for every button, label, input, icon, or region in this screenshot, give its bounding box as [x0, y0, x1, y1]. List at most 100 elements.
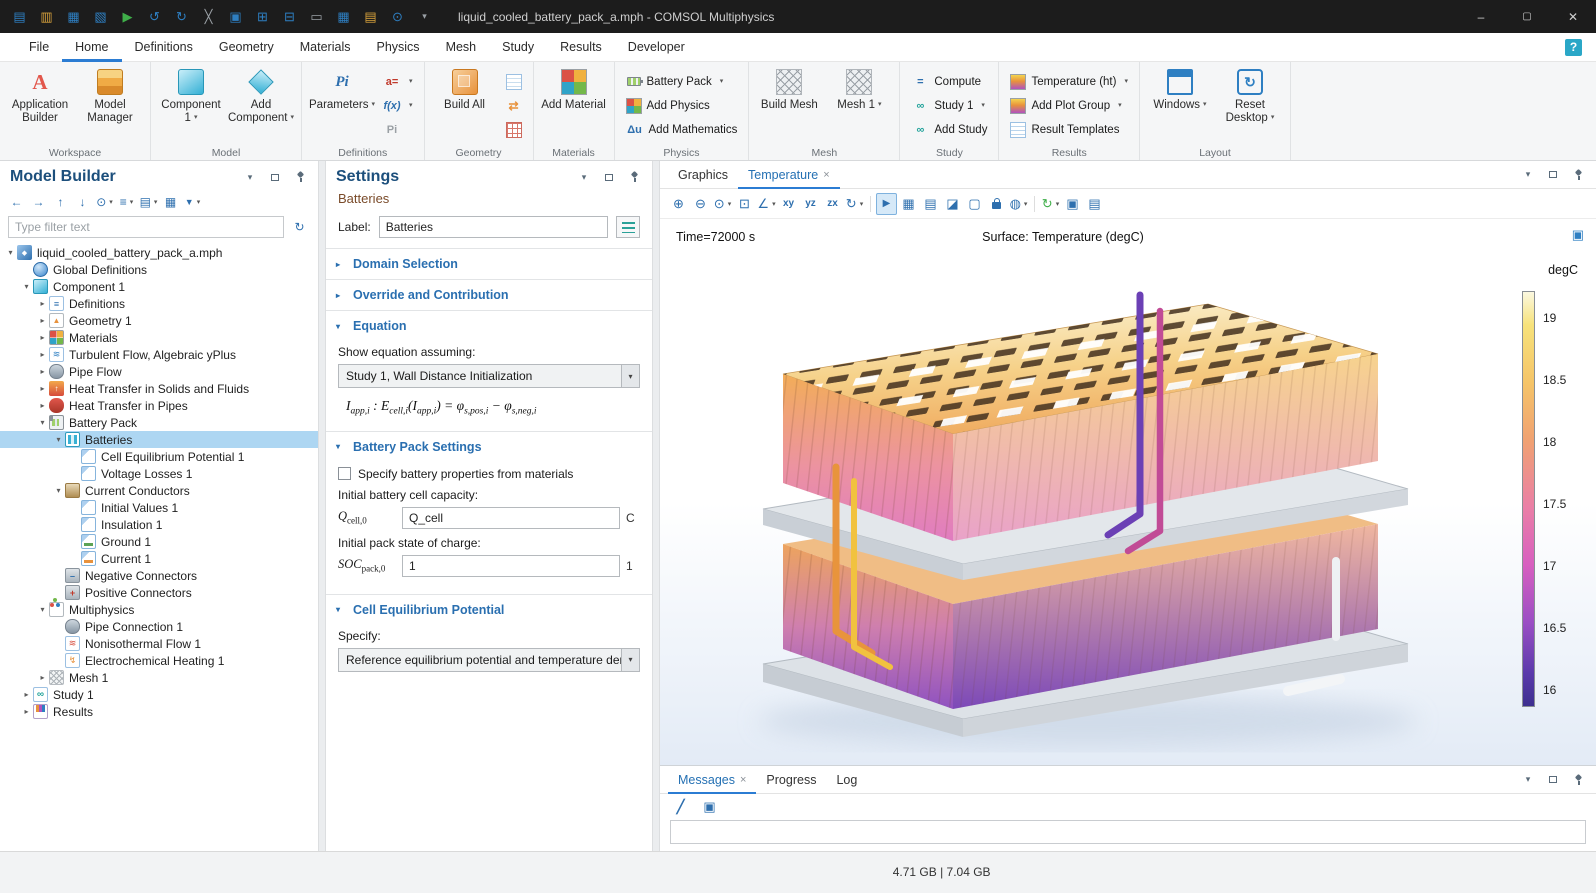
graphics-canvas[interactable]: Time=72000 s Surface: Temperature (degC) — [660, 219, 1596, 765]
update-plot-icon[interactable] — [1042, 196, 1053, 212]
tree-item-heat-transfer-pipes[interactable]: Heat Transfer in Pipes — [0, 397, 318, 414]
add-mathematics-button[interactable]: Δu Add Mathematics — [621, 119, 743, 141]
expander-icon[interactable] — [4, 248, 17, 257]
tree-item-pipe-flow[interactable]: Pipe Flow — [0, 363, 318, 380]
default-view-icon[interactable] — [757, 196, 769, 212]
table-export-icon[interactable] — [920, 193, 941, 215]
reset-desktop-button[interactable]: Reset Desktop — [1216, 66, 1284, 145]
expander-icon[interactable] — [36, 605, 49, 614]
pin-icon[interactable] — [626, 169, 642, 185]
compute-button[interactable]: = Compute — [906, 71, 992, 93]
add-study-button[interactable]: ∞ Add Study — [906, 119, 992, 141]
tree-item-multiphysics[interactable]: Multiphysics — [0, 601, 318, 618]
float-icon[interactable] — [1545, 167, 1561, 183]
chevron-down-icon[interactable]: ▾ — [1520, 772, 1536, 788]
zoom-out-icon[interactable] — [690, 193, 711, 215]
zoom-box-icon[interactable] — [714, 196, 725, 212]
expander-icon[interactable] — [52, 435, 65, 444]
menu-developer[interactable]: Developer — [615, 33, 698, 62]
build-mesh-button[interactable]: Build Mesh — [755, 66, 823, 145]
menu-home[interactable]: Home — [62, 33, 121, 62]
report-icon[interactable] — [357, 4, 384, 29]
menu-definitions[interactable]: Definitions — [122, 33, 206, 62]
float-icon[interactable] — [267, 169, 283, 185]
copy-messages-icon[interactable] — [699, 796, 720, 818]
save-as-icon[interactable] — [87, 4, 114, 29]
run-icon[interactable] — [114, 4, 141, 29]
tree-item-current-conductors[interactable]: Current Conductors — [0, 482, 318, 499]
build-all-button[interactable]: Build All — [431, 66, 499, 145]
expander-icon[interactable] — [36, 367, 49, 376]
tree-item-current[interactable]: Current 1 — [0, 550, 318, 567]
zoom-extents-icon[interactable] — [734, 193, 755, 215]
tree-item-geometry-1[interactable]: Geometry 1 — [0, 312, 318, 329]
tab-messages[interactable]: Messages — [668, 766, 756, 794]
view-zx-icon[interactable]: zx — [822, 193, 843, 215]
tab-graphics[interactable]: Graphics — [668, 161, 738, 189]
splitter[interactable] — [652, 161, 660, 851]
functions-button[interactable]: f(x) — [378, 95, 418, 117]
export-geometry-button[interactable] — [501, 95, 527, 117]
menu-mesh[interactable]: Mesh — [433, 33, 490, 62]
section-domain-selection[interactable]: Domain Selection — [326, 248, 652, 279]
camera-icon[interactable] — [1062, 193, 1083, 215]
chevron-down-icon[interactable]: ▾ — [242, 169, 258, 185]
insert-sequence-button[interactable] — [501, 71, 527, 93]
tree-item-initial-values[interactable]: Initial Values 1 — [0, 499, 318, 516]
tree-item-results[interactable]: Results — [0, 703, 318, 720]
cut-icon[interactable] — [195, 4, 222, 29]
parameters-button[interactable]: Parameters — [308, 66, 376, 145]
tree-options-icon[interactable] — [120, 195, 127, 209]
tab-log[interactable]: Log — [826, 766, 867, 794]
back-icon[interactable] — [6, 192, 27, 212]
add-material-button[interactable]: Add Material — [540, 66, 608, 145]
print-icon[interactable] — [1084, 193, 1105, 215]
study-1-button[interactable]: ∞ Study 1 — [906, 95, 992, 117]
close-tab-icon[interactable] — [823, 169, 829, 181]
model-manager-button[interactable]: Model Manager — [76, 66, 144, 145]
add-physics-button[interactable]: Add Physics — [621, 95, 743, 117]
image-export-icon[interactable] — [898, 193, 919, 215]
columns-icon[interactable] — [160, 192, 181, 212]
tree-item-definitions[interactable]: Definitions — [0, 295, 318, 312]
section-override-contribution[interactable]: Override and Contribution — [326, 279, 652, 310]
tree-item-root[interactable]: liquid_cooled_battery_pack_a.mph — [0, 244, 318, 261]
tree-item-study-1[interactable]: Study 1 — [0, 686, 318, 703]
menu-results[interactable]: Results — [547, 33, 615, 62]
application-builder-button[interactable]: Application Builder — [6, 66, 74, 145]
expander-icon[interactable] — [20, 282, 33, 291]
expander-icon[interactable] — [36, 384, 49, 393]
tree-item-voltage-losses[interactable]: Voltage Losses 1 — [0, 465, 318, 482]
delete-icon[interactable] — [303, 4, 330, 29]
add-component-button[interactable]: Add Component — [227, 66, 295, 145]
splitter[interactable] — [318, 161, 326, 851]
equation-assumption-select[interactable]: Study 1, Wall Distance Initialization — [338, 364, 640, 388]
expander-icon[interactable] — [36, 333, 49, 342]
view-xy-icon[interactable]: xy — [778, 193, 799, 215]
menu-study[interactable]: Study — [489, 33, 547, 62]
capacity-input[interactable] — [402, 507, 620, 529]
plot-settings-icon[interactable] — [1572, 227, 1584, 243]
view-yz-icon[interactable]: yz — [800, 193, 821, 215]
move-up-icon[interactable] — [50, 192, 71, 212]
web-export-icon[interactable] — [1010, 196, 1021, 212]
expander-icon[interactable] — [36, 418, 49, 427]
menu-file[interactable]: File — [16, 33, 62, 62]
duplicate-icon[interactable] — [276, 4, 303, 29]
expander-icon[interactable] — [36, 401, 49, 410]
messages-output[interactable] — [670, 820, 1586, 844]
tab-temperature[interactable]: Temperature — [738, 161, 840, 189]
chevron-down-icon[interactable]: ▾ — [1520, 167, 1536, 183]
tree-item-electrochemical-heating[interactable]: Electrochemical Heating 1 — [0, 652, 318, 669]
label-input[interactable] — [379, 216, 608, 238]
tree-item-turbulent-flow[interactable]: Turbulent Flow, Algebraic yPlus — [0, 346, 318, 363]
clear-messages-icon[interactable] — [670, 796, 691, 818]
show-options-icon[interactable] — [96, 195, 106, 209]
menu-materials[interactable]: Materials — [287, 33, 364, 62]
float-icon[interactable] — [1545, 772, 1561, 788]
new-file-icon[interactable] — [6, 4, 33, 29]
play-animation-icon[interactable] — [876, 193, 897, 215]
windows-button[interactable]: Windows — [1146, 66, 1214, 145]
component-button[interactable]: Component 1 — [157, 66, 225, 145]
zoom-in-icon[interactable] — [668, 193, 689, 215]
